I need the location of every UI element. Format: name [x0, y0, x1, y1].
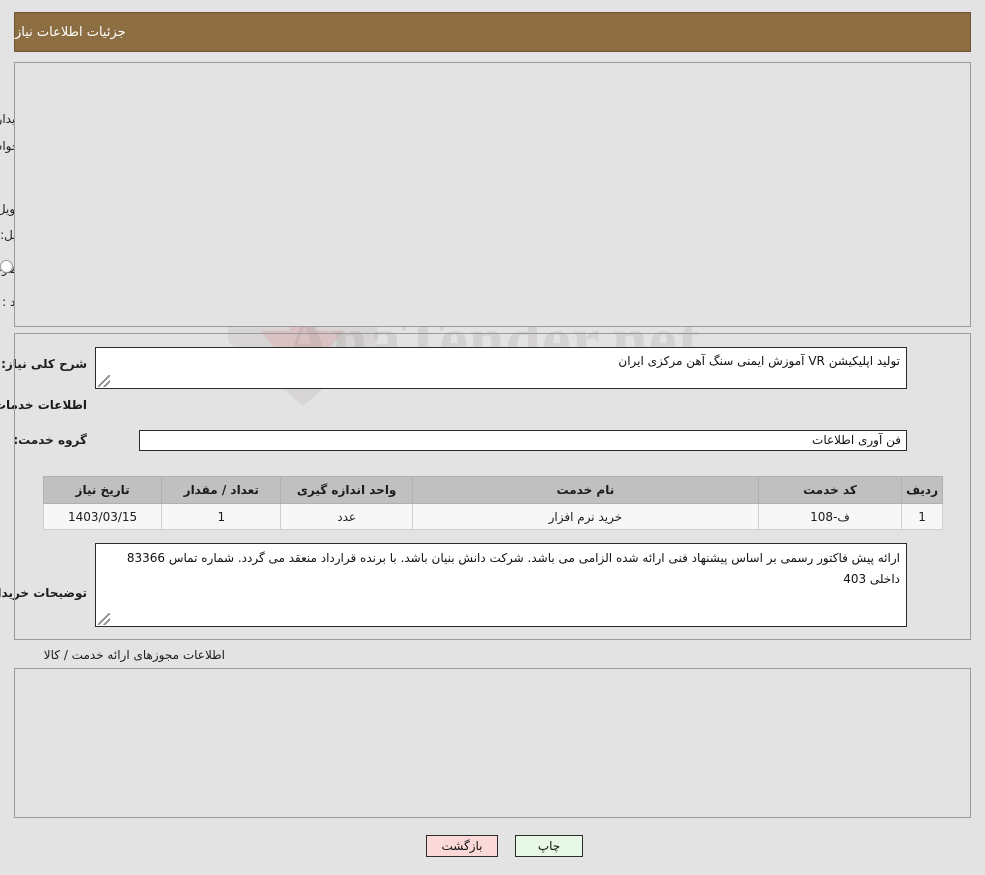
back-button[interactable]: بازگشت — [426, 835, 498, 857]
permits-panel — [14, 668, 971, 818]
details-panel — [14, 333, 971, 640]
print-button[interactable]: چاپ — [515, 835, 583, 857]
permits-section-title: اطلاعات مجوزهای ارائه خدمت / کالا — [43, 648, 225, 662]
summary-panel — [14, 62, 971, 327]
page-title: جزئیات اطلاعات نیاز — [15, 24, 126, 40]
radio-dot-icon — [0, 259, 13, 273]
page-root: AnaTender.net جزئیات اطلاعات نیاز شماره … — [0, 0, 985, 875]
page-title-bar: جزئیات اطلاعات نیاز — [14, 12, 971, 52]
